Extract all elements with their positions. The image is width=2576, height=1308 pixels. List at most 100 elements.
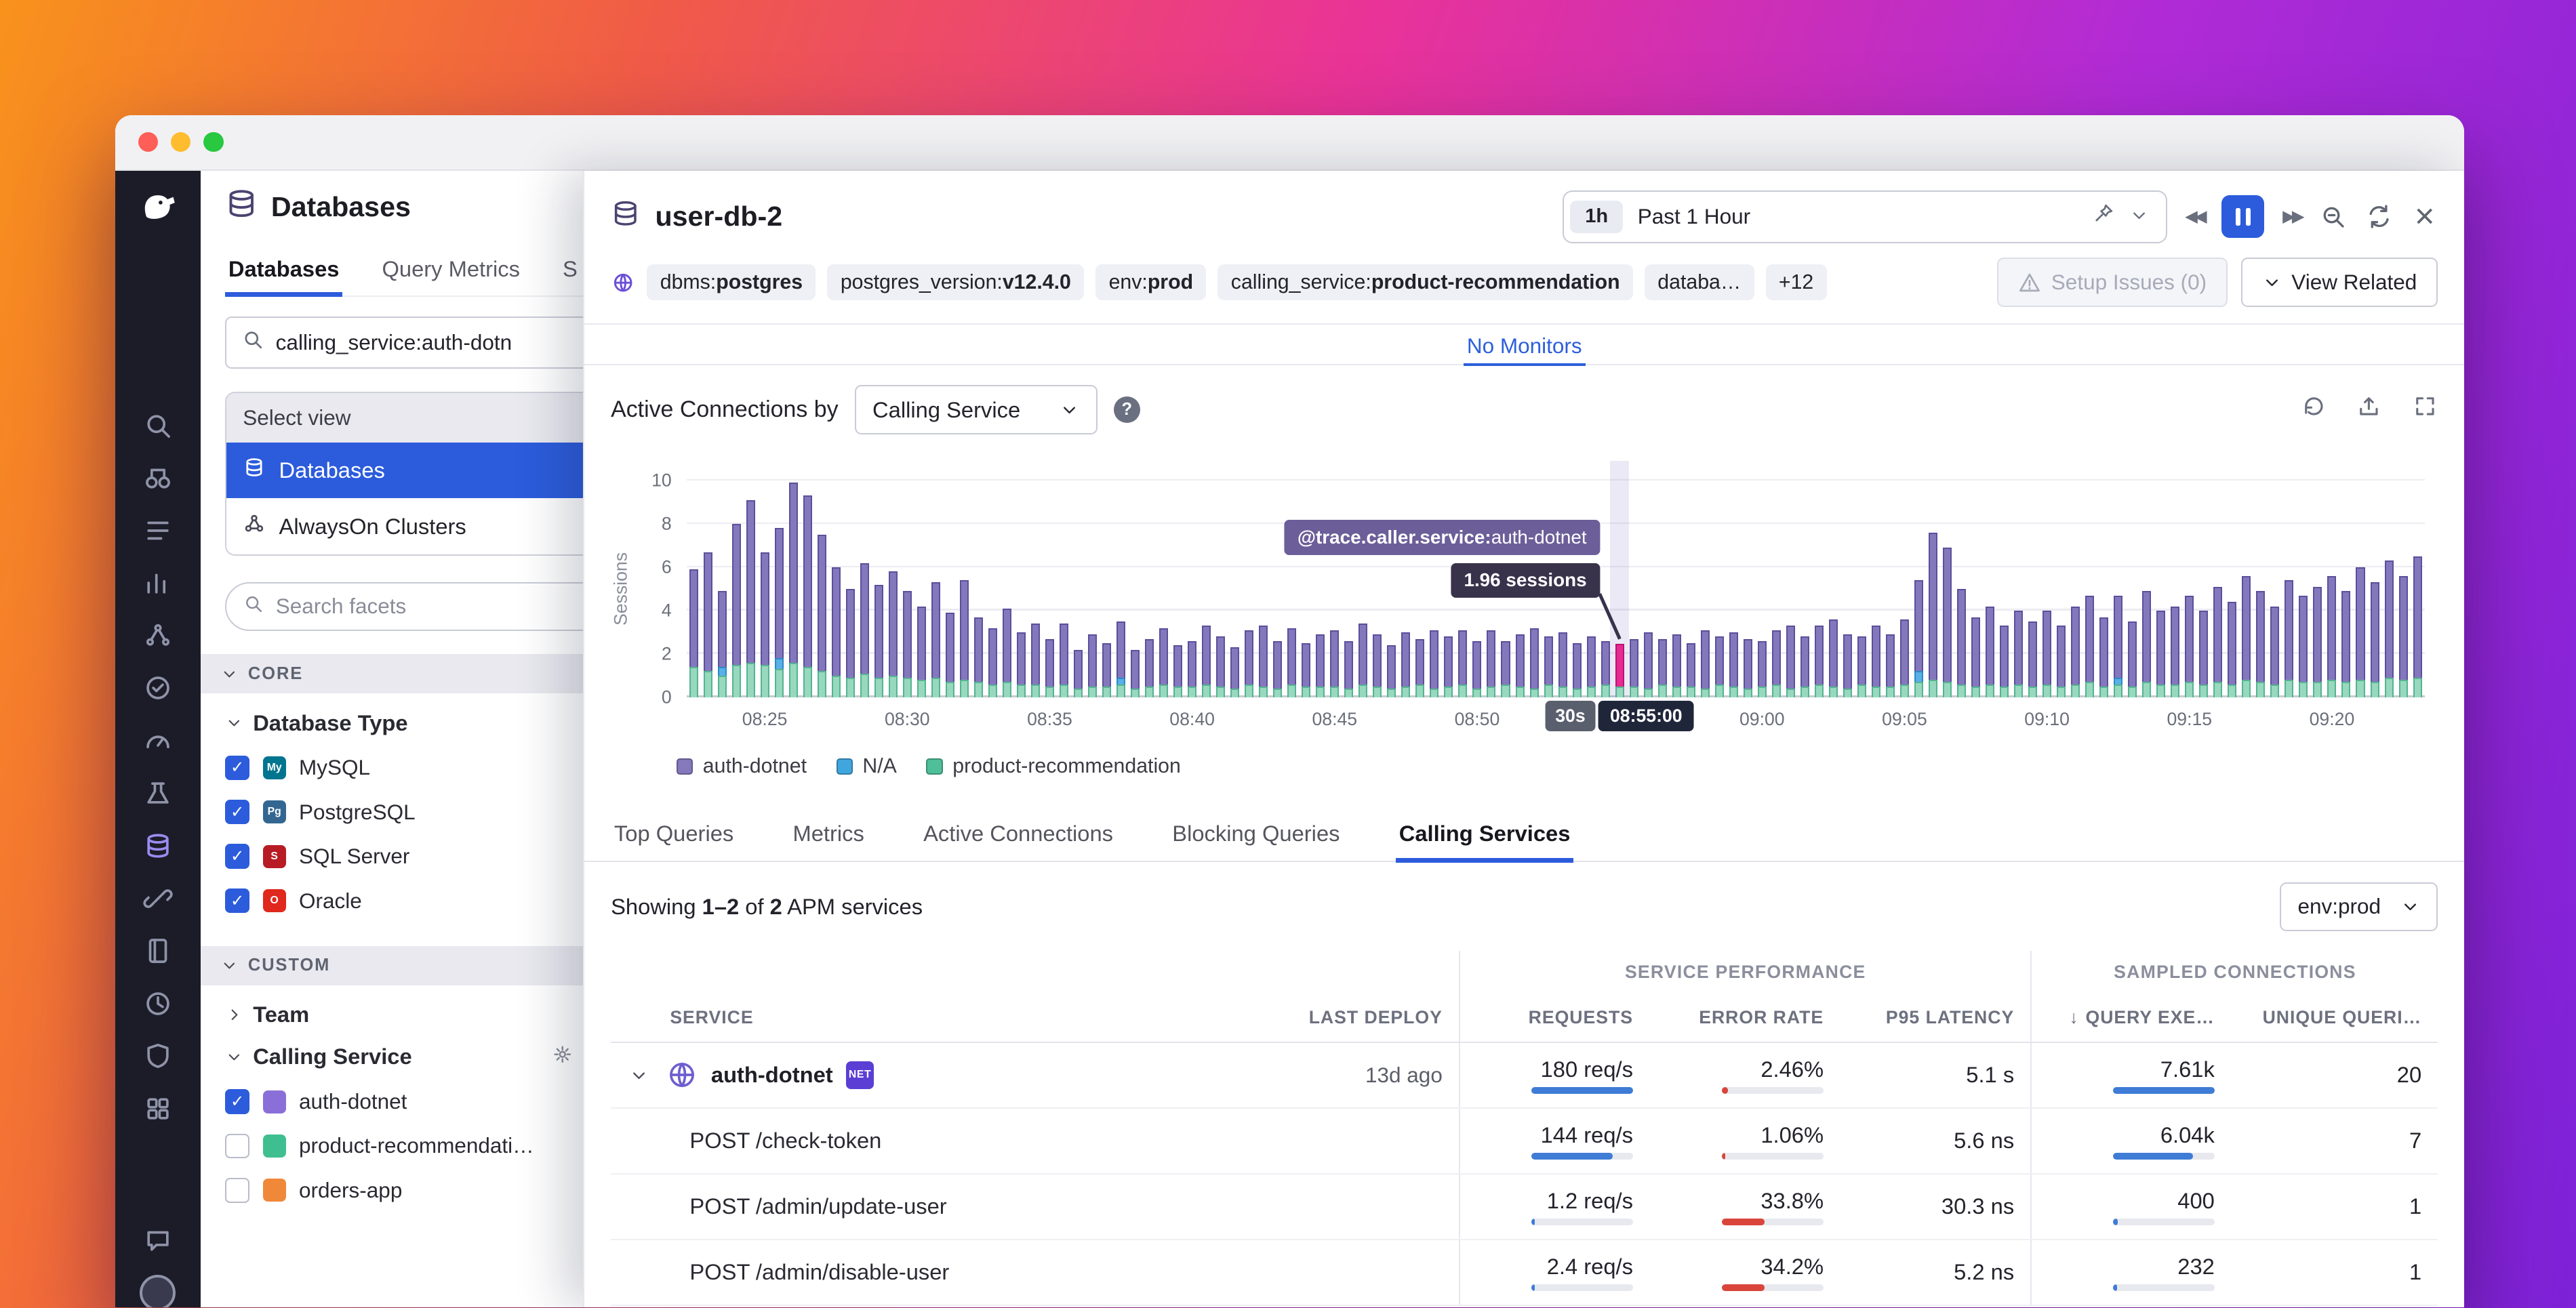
chart-bar[interactable] [1886,634,1895,697]
chart-bar[interactable] [1230,647,1239,697]
facet-search-field[interactable] [276,594,584,619]
rail-item-integrations[interactable] [129,1084,185,1133]
rail-item-logs[interactable] [129,506,185,555]
chart-bar[interactable] [1031,624,1040,697]
chart-bar[interactable] [1615,644,1624,697]
chart-bar[interactable] [2114,596,2122,697]
chart-bar[interactable] [775,528,784,697]
chart-bar[interactable] [689,569,698,697]
chart-bar[interactable] [1188,641,1196,697]
chart-bar[interactable] [1344,641,1353,697]
fullscreen-icon[interactable] [2412,393,2438,426]
chart-bar[interactable] [1316,634,1325,697]
minimize-window-button[interactable] [171,132,190,152]
chart-bar[interactable] [818,535,826,697]
chart-bar[interactable] [1815,626,1824,697]
chart-bar[interactable] [1259,626,1268,697]
chart-bar[interactable] [1216,636,1225,697]
chart-bar[interactable] [2014,611,2023,697]
chart-bar[interactable] [2228,602,2236,697]
chart-bar[interactable] [1658,639,1667,697]
auth-dotnet-checkbox[interactable]: ✓ [225,1089,249,1113]
chart-bar[interactable] [2057,626,2066,697]
chart-bar[interactable] [1900,619,1909,697]
tag-env[interactable]: env:prod [1095,264,1206,300]
chart-bar[interactable] [2042,611,2051,697]
tab-top-queries[interactable]: Top Queries [611,804,737,861]
endpoint-name[interactable]: POST /admin/disable-user [666,1259,1265,1285]
tag-truncated[interactable]: databa… [1645,264,1754,300]
close-window-button[interactable] [138,132,158,152]
chart-bar[interactable] [2213,587,2222,697]
forward-button[interactable]: ▶▶ [2282,207,2301,226]
chart-bar[interactable] [1074,650,1083,697]
chart-bar[interactable] [2099,617,2108,697]
tag-postgres-version[interactable]: postgres_version:v12.4.0 [827,264,1084,300]
rail-item-network[interactable] [129,874,185,923]
chart-bar[interactable] [1302,643,1310,697]
chart-plot[interactable]: Sessions @trace.caller.service:auth-dotn… [687,481,2426,697]
rail-item-synthetics[interactable] [129,769,185,818]
chart-bar[interactable] [1530,628,1539,697]
chart-bar[interactable] [1943,548,1952,697]
chart-bar[interactable] [1857,636,1866,697]
chart-bar[interactable] [1601,641,1610,697]
chart-bar[interactable] [2028,621,2037,697]
product-recommendation-checkbox[interactable] [225,1134,249,1158]
sql-server-checkbox[interactable]: ✓ [225,844,249,868]
tab-active-connections[interactable]: Active Connections [920,804,1116,861]
env-filter-select[interactable]: env:prod [2280,882,2438,932]
chart-bar[interactable] [1472,641,1481,697]
chart-bar[interactable] [1373,634,1382,697]
chart-bar[interactable] [1017,632,1026,697]
chart-bar[interactable] [2341,591,2350,697]
facet-group-calling-service[interactable]: Calling Service [225,1044,583,1069]
chart-bar[interactable] [1687,643,1695,697]
chart-bar[interactable] [2285,580,2293,697]
chart-bar[interactable] [2000,626,2009,697]
chart-bar[interactable] [1957,589,1966,697]
chart-bar[interactable] [960,580,969,697]
chart-bar[interactable] [1287,628,1296,697]
chart-bar[interactable] [2242,576,2251,697]
facet-search-input[interactable] [225,582,583,632]
legend-na[interactable]: N/A [837,755,897,778]
rail-item-apm[interactable] [129,611,185,660]
chart-bar[interactable] [1159,628,1168,697]
facet-group-database-type[interactable]: Database Type [225,710,583,736]
chart-bar[interactable] [846,589,855,697]
help-chat-icon[interactable] [129,1215,185,1265]
chart-bar[interactable] [1758,641,1767,697]
database-search-input[interactable] [225,316,583,369]
chart-bar[interactable] [2156,611,2165,697]
orders-app-checkbox[interactable] [225,1178,249,1202]
chart-bar[interactable] [2313,587,2322,697]
chart-bar[interactable] [718,591,727,697]
facet-postgresql[interactable]: ✓ Pg PostgreSQL [225,790,583,834]
facet-oracle[interactable]: ✓ O Oracle [225,878,583,922]
chart-bar[interactable] [1060,624,1068,697]
chart-bar[interactable] [2256,591,2265,697]
rail-item-dashboards[interactable] [129,716,185,766]
time-range-selector[interactable]: 1h Past 1 Hour [1563,190,2167,243]
chart-bar[interactable] [2142,591,2151,697]
chart-bar[interactable] [1672,634,1681,697]
chart-bar[interactable] [732,524,741,697]
chart-bar[interactable] [1786,626,1795,697]
chart-bar[interactable] [1102,643,1111,697]
close-panel-button[interactable]: × [2411,199,2438,234]
chart-bar[interactable] [946,613,954,697]
facet-auth-dotnet[interactable]: ✓ auth-dotnet [225,1080,583,1124]
chart-bar[interactable] [860,563,869,697]
legend-auth-dotnet[interactable]: auth-dotnet [677,755,807,778]
chart-bar[interactable] [2270,607,2279,697]
rail-item-ci[interactable] [129,663,185,713]
chart-bar[interactable] [1401,632,1410,697]
chart-bar[interactable] [1487,630,1495,697]
chart-bar[interactable] [789,483,798,697]
rail-item-notebooks[interactable] [129,926,185,976]
account-avatar[interactable] [129,1268,185,1307]
chart-bar[interactable] [889,571,898,697]
zoom-out-icon[interactable] [2319,203,2347,230]
chart-bar[interactable] [1430,630,1438,697]
